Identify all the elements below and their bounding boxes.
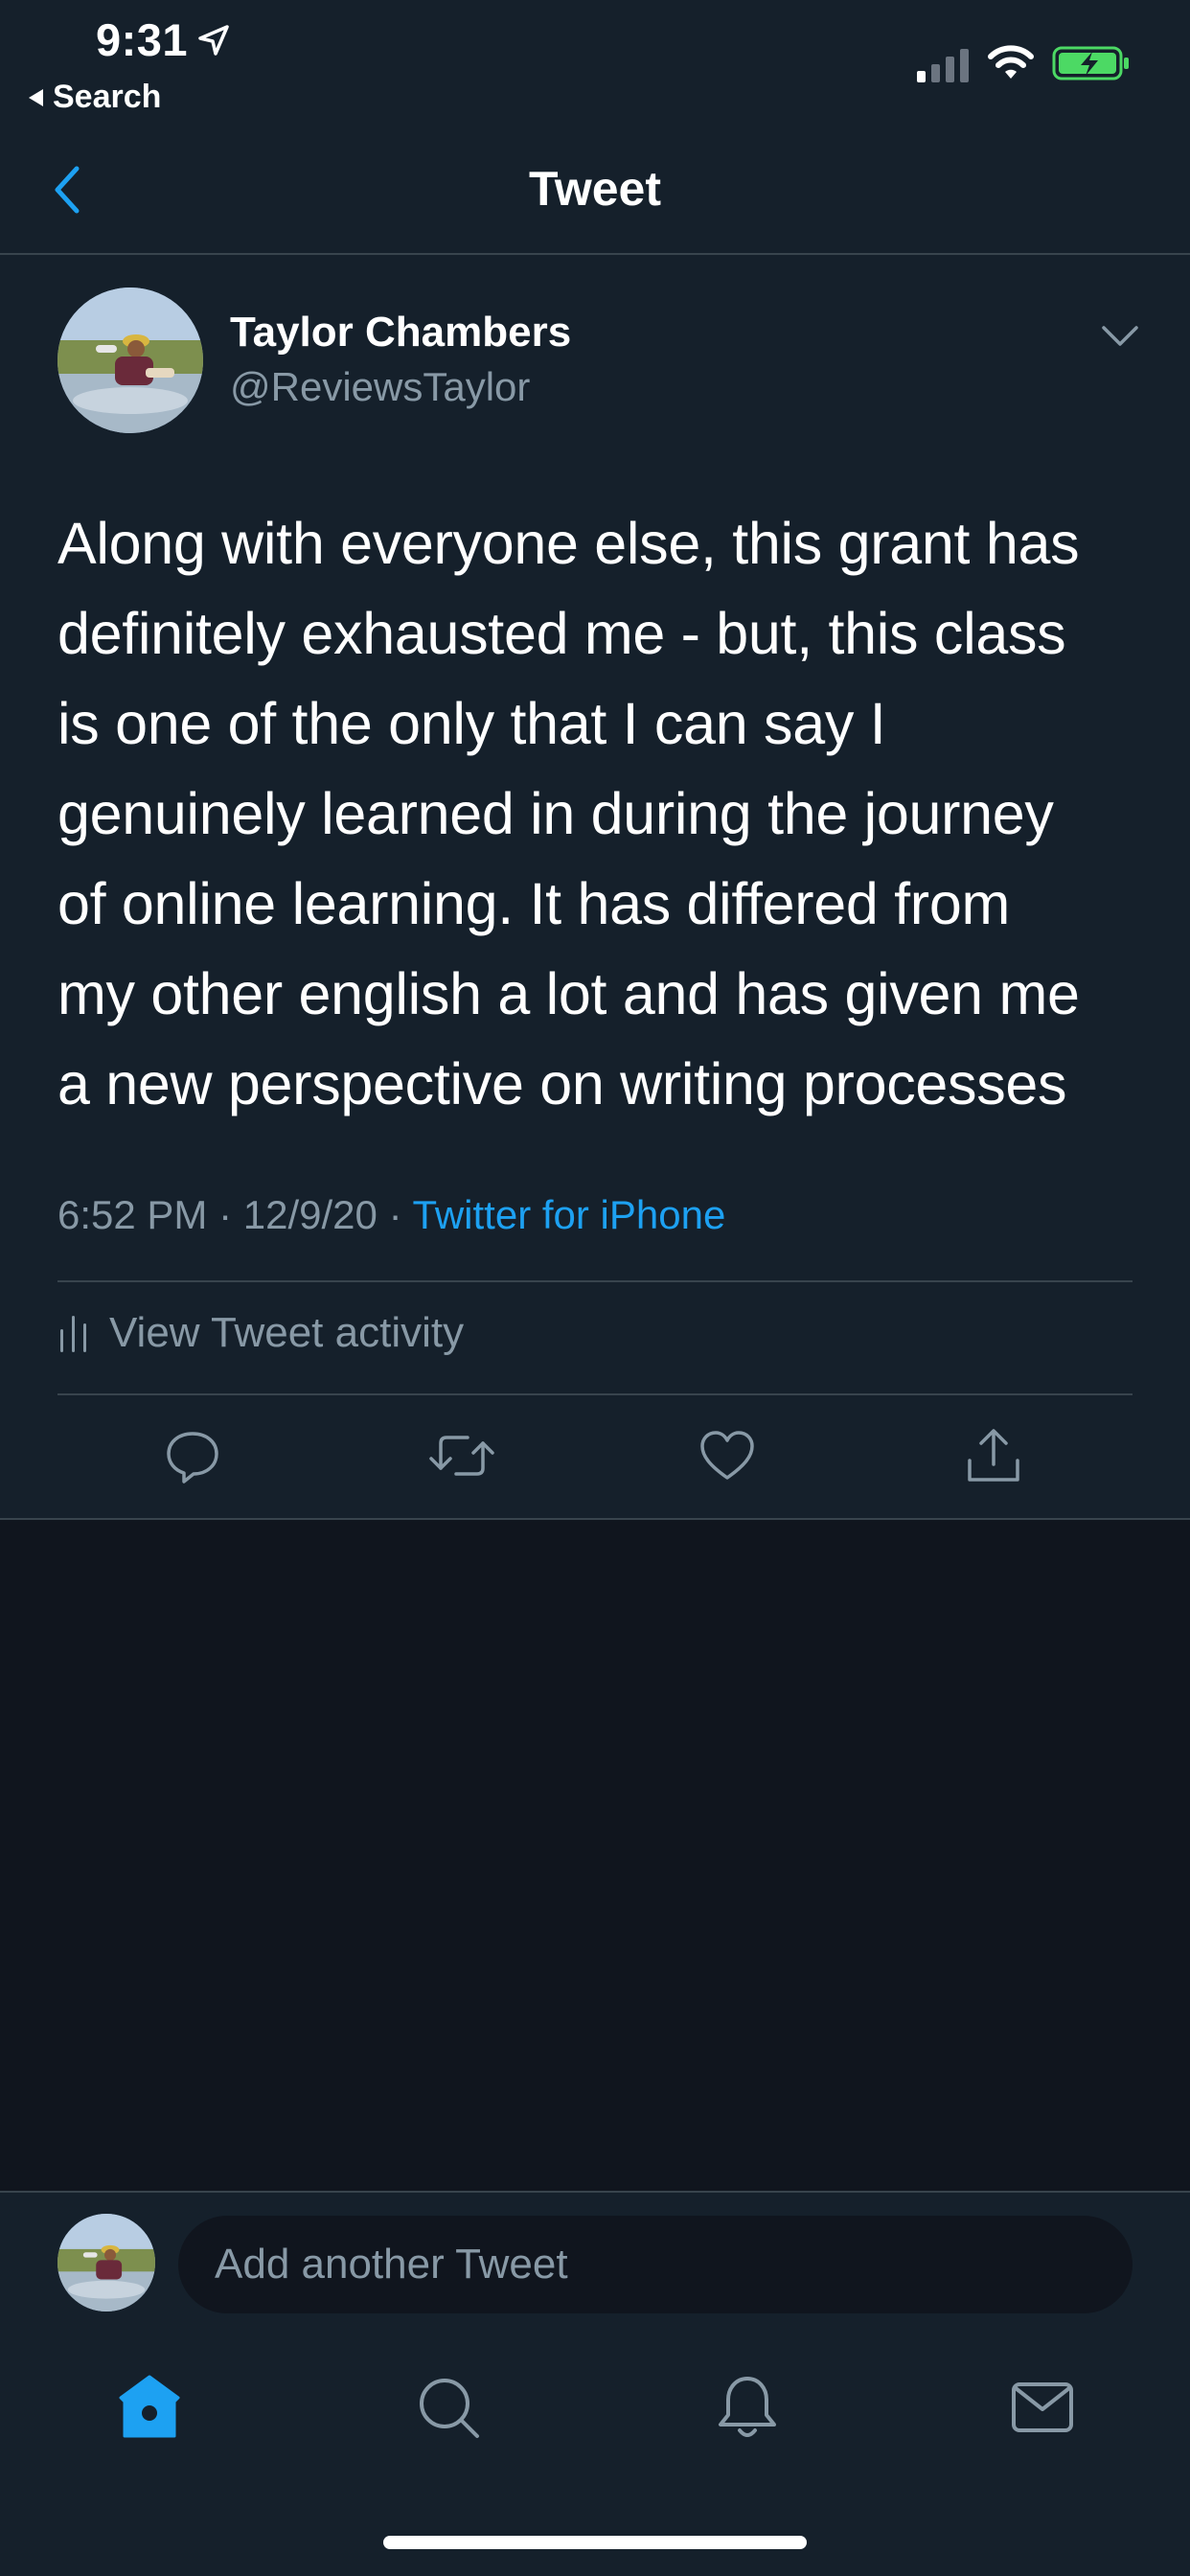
chevron-down-icon[interactable] — [1100, 322, 1140, 351]
status-time: 9:31 — [96, 14, 189, 65]
user-avatar[interactable] — [57, 2214, 155, 2312]
author-name[interactable]: Taylor Chambers — [230, 309, 571, 356]
meta-separator: · — [388, 1192, 402, 1237]
search-icon[interactable] — [414, 2373, 483, 2442]
battery-charging-icon — [1052, 46, 1129, 80]
home-icon[interactable] — [115, 2373, 184, 2442]
meta-separator: · — [218, 1192, 233, 1237]
cellular-signal-icon — [917, 49, 969, 82]
back-to-app-button[interactable]: Search — [29, 79, 161, 116]
divider — [57, 1280, 1133, 1282]
avatar-photo — [57, 288, 203, 433]
tweet-text-line: definitely exhausted me - but, this clas… — [57, 601, 1066, 666]
back-triangle-icon — [29, 88, 43, 106]
tweet-source-link[interactable]: Twitter for iPhone — [413, 1192, 726, 1237]
like-icon[interactable] — [698, 1426, 757, 1485]
tweet-text-line: is one of the only that I can say I — [57, 691, 886, 756]
retweet-icon[interactable] — [429, 1426, 494, 1485]
wifi-icon — [988, 45, 1034, 79]
notifications-icon[interactable] — [713, 2373, 782, 2442]
author-avatar[interactable] — [57, 288, 203, 433]
tweet-text-line: a new perspective on writing processes — [57, 1051, 1067, 1116]
tweet-date: 12/9/20 — [242, 1192, 378, 1237]
tweet-text-line: my other english a lot and has given me — [57, 961, 1080, 1026]
tweet-text-line: of online learning. It has differed from — [57, 871, 1010, 936]
messages-icon[interactable] — [1008, 2373, 1077, 2442]
tweet-metadata: 6:52 PM · 12/9/20 · Twitter for iPhone — [57, 1192, 725, 1238]
add-tweet-input[interactable]: Add another Tweet — [178, 2216, 1133, 2313]
reply-icon[interactable] — [163, 1426, 222, 1485]
back-to-app-label: Search — [53, 79, 162, 115]
divider — [57, 1393, 1133, 1395]
tweet-text: Along with everyone else, this grant has… — [57, 498, 1140, 1129]
share-icon[interactable] — [964, 1426, 1023, 1485]
author-handle[interactable]: @ReviewsTaylor — [230, 364, 530, 410]
tweet-time: 6:52 PM — [57, 1192, 208, 1237]
tweet-text-line: Along with everyone else, this grant has — [57, 511, 1080, 576]
home-indicator[interactable] — [383, 2536, 807, 2549]
page-title: Tweet — [529, 162, 661, 216]
tweet-text-line: genuinely learned in during the journey — [57, 781, 1054, 846]
add-tweet-placeholder: Add another Tweet — [215, 2241, 568, 2288]
view-tweet-activity-label: View Tweet activity — [109, 1309, 465, 1356]
location-arrow-icon — [198, 25, 229, 56]
analytics-bars-icon — [60, 1316, 86, 1352]
view-tweet-activity-button[interactable]: View Tweet activity — [57, 1309, 464, 1357]
avatar-photo — [57, 2214, 155, 2312]
